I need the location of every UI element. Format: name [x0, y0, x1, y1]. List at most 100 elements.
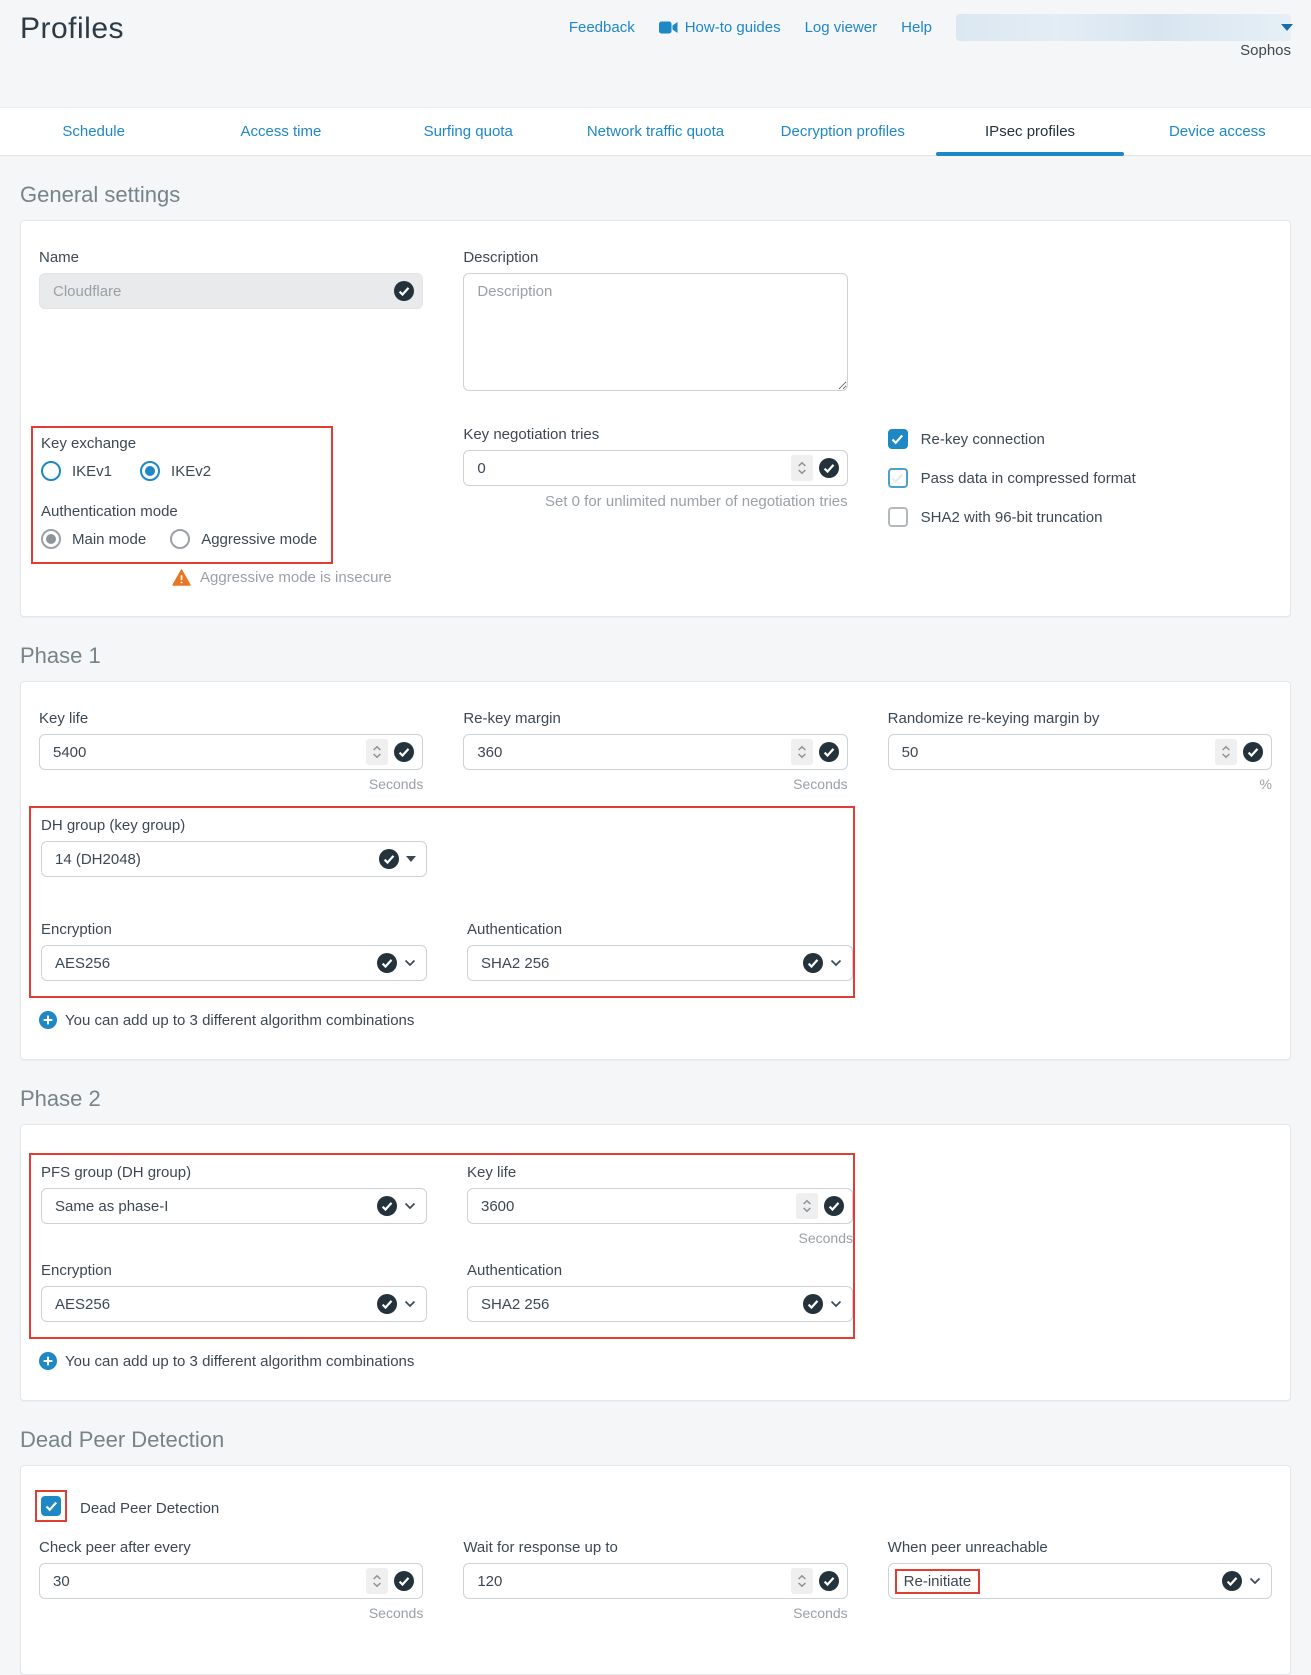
- phase2-add-combination[interactable]: You can add up to 3 different algorithm …: [39, 1352, 1272, 1370]
- valid-check-icon: [377, 1196, 397, 1216]
- phase2-authentication-select[interactable]: SHA2 256: [467, 1286, 853, 1322]
- unit-label: Seconds: [39, 776, 423, 792]
- auth-mode-label: Authentication mode: [41, 503, 317, 520]
- valid-check-icon: [803, 1294, 823, 1314]
- phase1-heading: Phase 1: [20, 643, 1291, 669]
- dh-group-label: DH group (key group): [41, 817, 427, 834]
- phase2-encryption-label: Encryption: [41, 1262, 427, 1279]
- pfs-group-select[interactable]: Same as phase-I: [41, 1188, 427, 1224]
- rekey-connection-checkbox[interactable]: Re-key connection: [888, 429, 1272, 449]
- radio-icon: [41, 461, 61, 481]
- tab-network-traffic-quota[interactable]: Network traffic quota: [562, 108, 749, 155]
- tab-device-access[interactable]: Device access: [1124, 108, 1311, 155]
- number-stepper[interactable]: [791, 455, 813, 481]
- tab-decryption-profiles[interactable]: Decryption profiles: [749, 108, 936, 155]
- radio-ikev2[interactable]: IKEv2: [140, 461, 211, 481]
- phase1-add-combination[interactable]: You can add up to 3 different algorithm …: [39, 1011, 1272, 1029]
- howto-guides-link[interactable]: How-to guides: [659, 19, 781, 36]
- chevron-down-icon: [830, 1300, 842, 1308]
- number-stepper[interactable]: [1215, 739, 1237, 765]
- chevron-down-icon: [1249, 1577, 1261, 1585]
- phase1-card: Key life Seconds Re-key margin: [20, 681, 1291, 1060]
- radio-ikev1[interactable]: IKEv1: [41, 461, 112, 481]
- phase1-encryption-select[interactable]: AES256: [41, 945, 427, 981]
- phase1-key-life-label: Key life: [39, 710, 423, 727]
- phase1-annotation-box: DH group (key group) 14 (DH2048) Encrypt…: [29, 806, 855, 998]
- key-negotiation-help: Set 0 for unlimited number of negotiatio…: [463, 493, 847, 510]
- help-link[interactable]: Help: [901, 19, 932, 36]
- phase2-encryption-select[interactable]: AES256: [41, 1286, 427, 1322]
- phase1-authentication-label: Authentication: [467, 921, 853, 938]
- key-negotiation-label: Key negotiation tries: [463, 426, 847, 443]
- tab-bar: Schedule Access time Surfing quota Netwo…: [0, 107, 1311, 156]
- valid-check-icon: [394, 281, 414, 301]
- peer-unreachable-select[interactable]: Re-initiate: [888, 1563, 1272, 1599]
- phase2-key-life-label: Key life: [467, 1164, 853, 1181]
- phase2-card: PFS group (DH group) Same as phase-I Key…: [20, 1124, 1291, 1401]
- radio-icon: [170, 529, 190, 549]
- brand-label: Sophos: [1240, 42, 1291, 59]
- phase1-encryption-label: Encryption: [41, 921, 427, 938]
- plus-circle-icon: [39, 1352, 57, 1370]
- feedback-link[interactable]: Feedback: [569, 19, 635, 36]
- description-label: Description: [463, 249, 847, 266]
- check-peer-label: Check peer after every: [39, 1539, 423, 1556]
- dpd-heading: Dead Peer Detection: [20, 1427, 1291, 1453]
- dh-group-select[interactable]: 14 (DH2048): [41, 841, 427, 877]
- description-textarea[interactable]: [463, 273, 847, 391]
- number-stepper[interactable]: [791, 739, 813, 765]
- video-camera-icon: [659, 21, 678, 34]
- pfs-group-label: PFS group (DH group): [41, 1164, 427, 1181]
- name-input[interactable]: [39, 273, 423, 309]
- compressed-format-checkbox[interactable]: Pass data in compressed format: [888, 468, 1272, 488]
- unit-label: Seconds: [463, 776, 847, 792]
- number-stepper[interactable]: [366, 1568, 388, 1594]
- phase1-rekey-margin-label: Re-key margin: [463, 710, 847, 727]
- tab-schedule[interactable]: Schedule: [0, 108, 187, 155]
- chevron-down-icon: [404, 1300, 416, 1308]
- valid-check-icon: [819, 458, 839, 478]
- valid-check-icon: [824, 1196, 844, 1216]
- radio-main-mode[interactable]: Main mode: [41, 529, 146, 549]
- checkbox-icon: [888, 468, 908, 488]
- tab-ipsec-profiles[interactable]: IPsec profiles: [936, 108, 1123, 155]
- unit-label: Seconds: [463, 1605, 847, 1621]
- general-settings-card: Name Description Key exchange: [20, 220, 1291, 617]
- phase2-annotation-box: PFS group (DH group) Same as phase-I Key…: [29, 1153, 855, 1339]
- radio-checked-icon: [140, 461, 160, 481]
- radio-checked-icon: [41, 529, 61, 549]
- sha2-truncation-checkbox[interactable]: SHA2 with 96-bit truncation: [888, 507, 1272, 527]
- chevron-down-icon: [404, 1202, 416, 1210]
- valid-check-icon: [377, 1294, 397, 1314]
- aggressive-mode-warning: Aggressive mode is insecure: [172, 569, 423, 586]
- valid-check-icon: [1243, 742, 1263, 762]
- wait-response-label: Wait for response up to: [463, 1539, 847, 1556]
- tab-surfing-quota[interactable]: Surfing quota: [375, 108, 562, 155]
- tab-access-time[interactable]: Access time: [187, 108, 374, 155]
- unit-label: Seconds: [39, 1605, 423, 1621]
- chevron-down-icon: [404, 959, 416, 967]
- checkbox-icon: [888, 507, 908, 527]
- radio-aggressive-mode[interactable]: Aggressive mode: [170, 529, 317, 549]
- valid-check-icon: [1222, 1571, 1242, 1591]
- valid-check-icon: [394, 742, 414, 762]
- account-dropdown[interactable]: [956, 14, 1291, 41]
- key-exchange-annotation-box: Key exchange IKEv1 IKEv2 Authentication …: [31, 426, 333, 564]
- valid-check-icon: [377, 953, 397, 973]
- valid-check-icon: [803, 953, 823, 973]
- valid-check-icon: [819, 1571, 839, 1591]
- checkbox-checked-icon: [888, 429, 908, 449]
- log-viewer-link[interactable]: Log viewer: [805, 19, 878, 36]
- valid-check-icon: [819, 742, 839, 762]
- phase1-randomize-label: Randomize re-keying margin by: [888, 710, 1272, 727]
- warning-triangle-icon: [172, 569, 191, 586]
- number-stepper[interactable]: [791, 1568, 813, 1594]
- phase1-authentication-select[interactable]: SHA2 256: [467, 945, 853, 981]
- number-stepper[interactable]: [366, 739, 388, 765]
- number-stepper[interactable]: [796, 1193, 818, 1219]
- dropdown-triangle-icon: [406, 856, 416, 862]
- dpd-enable-checkbox[interactable]: [41, 1496, 61, 1516]
- dpd-enable-label: Dead Peer Detection: [80, 1500, 219, 1517]
- peer-unreachable-label: When peer unreachable: [888, 1539, 1272, 1556]
- unit-label: Seconds: [467, 1230, 853, 1246]
